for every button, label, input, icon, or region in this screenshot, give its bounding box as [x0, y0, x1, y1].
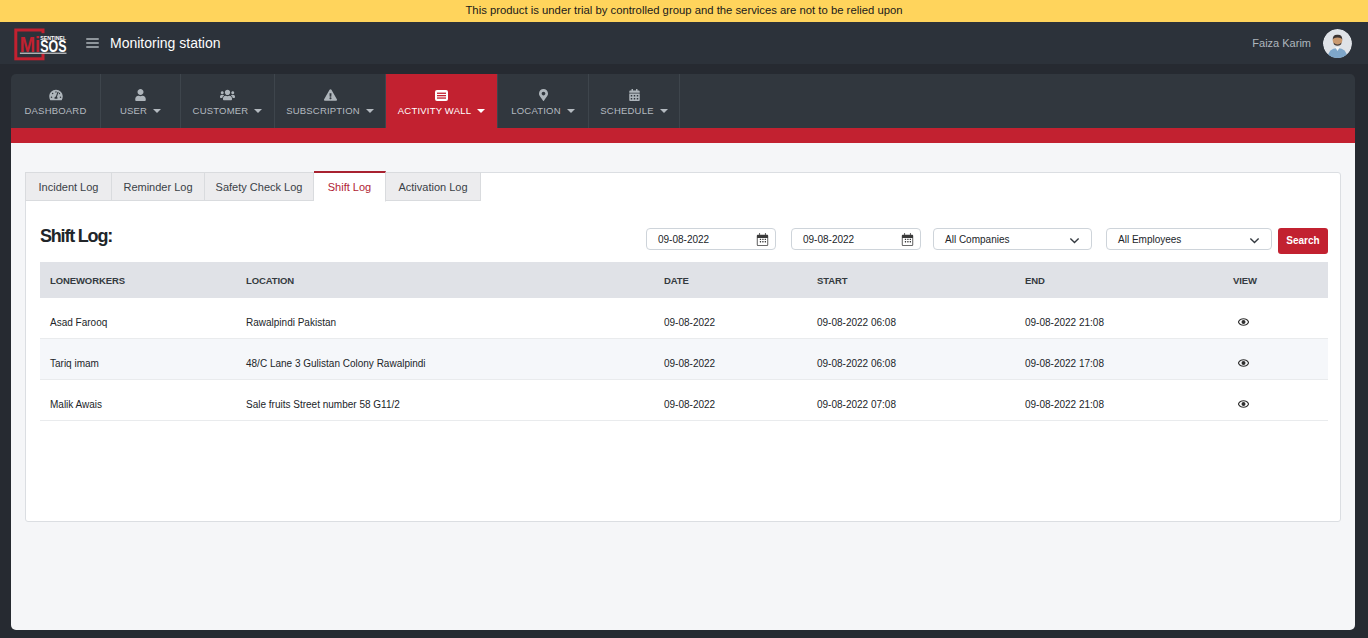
svg-text:SOS: SOS	[40, 38, 66, 55]
